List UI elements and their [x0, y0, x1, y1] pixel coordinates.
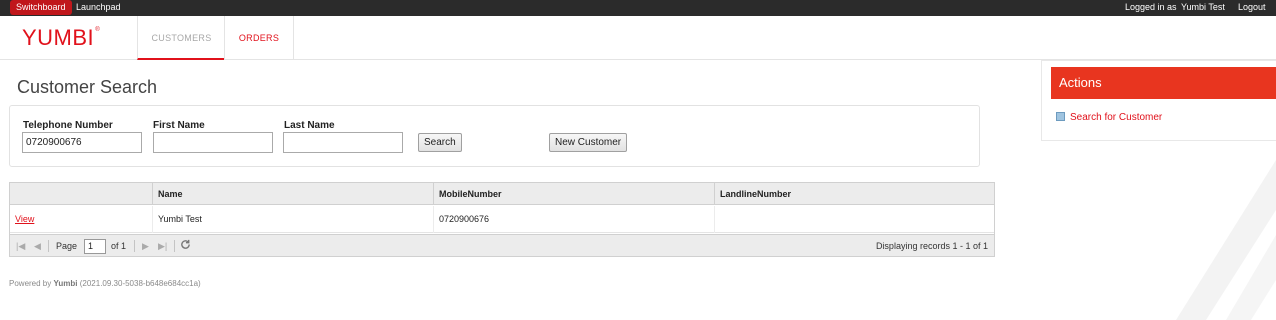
pager-divider [48, 240, 49, 252]
tab-orders[interactable]: ORDERS [224, 16, 294, 60]
last-page-icon[interactable]: ▶| [158, 235, 167, 257]
cell-mobile: 0720900676 [433, 206, 714, 233]
top-bar: Switchboard Launchpad Logged in as Yumbi… [0, 0, 1276, 16]
logo-registered-mark: ® [95, 27, 101, 33]
page-count-label: of 1 [111, 241, 127, 251]
customer-search-panel: Telephone Number First Name Last Name Se… [9, 105, 980, 167]
app-header: YUMBI® CUSTOMERS ORDERS [0, 16, 1276, 60]
user-name-link[interactable]: Yumbi Test [1181, 0, 1225, 15]
actions-title: Actions [1051, 67, 1276, 99]
next-page-icon[interactable]: ▶ [142, 235, 149, 257]
pager-divider [134, 240, 135, 252]
page-label: Page [56, 241, 78, 251]
footer-version: (2021.09.30-5038-b648e684cc1a) [79, 279, 201, 288]
column-header-mobile[interactable]: MobileNumber [433, 183, 714, 205]
grid-header-row: Name MobileNumber LandlineNumber [10, 183, 994, 205]
actions-panel: Actions Search for Customer [1041, 60, 1276, 141]
search-for-customer-action[interactable]: Search for Customer [1056, 112, 1162, 124]
cell-landline [714, 206, 994, 233]
first-name-input[interactable] [153, 132, 273, 153]
footer: Powered by Yumbi (2021.09.30-5038-b648e6… [9, 279, 201, 288]
column-header-name[interactable]: Name [152, 183, 433, 205]
pager-divider [174, 240, 175, 252]
column-header-action [10, 183, 152, 205]
search-for-customer-label: Search for Customer [1070, 112, 1163, 123]
telephone-label: Telephone Number [23, 120, 113, 131]
records-status: Displaying records 1 - 1 of 1 [875, 241, 988, 251]
page-title: Customer Search [17, 77, 158, 97]
search-button[interactable]: Search [418, 133, 462, 152]
switchboard-link[interactable]: Switchboard [10, 0, 72, 15]
last-name-label: Last Name [284, 120, 335, 131]
grid-pager: |◀ ◀ Page 1 of 1 ▶ ▶| Displaying records… [10, 234, 994, 256]
logo-text: YUMBI [22, 25, 95, 50]
footer-brand: Yumbi [53, 279, 78, 288]
yumbi-logo[interactable]: YUMBI® [22, 25, 100, 51]
last-name-input[interactable] [283, 132, 403, 153]
customer-results-grid: Name MobileNumber LandlineNumber View Yu… [9, 182, 995, 257]
column-header-landline[interactable]: LandlineNumber [714, 183, 994, 205]
cell-name: Yumbi Test [152, 206, 433, 233]
background-decoration [1166, 140, 1276, 320]
tab-customers[interactable]: CUSTOMERS [137, 16, 225, 60]
prev-page-icon[interactable]: ◀ [34, 235, 41, 257]
first-name-label: First Name [153, 120, 205, 131]
view-link[interactable]: View [10, 206, 152, 233]
page-number-input[interactable]: 1 [84, 239, 106, 254]
table-row[interactable]: View Yumbi Test 0720900676 [10, 206, 994, 233]
first-page-icon[interactable]: |◀ [16, 235, 25, 257]
logout-link[interactable]: Logout [1238, 0, 1266, 15]
logged-in-label: Logged in as [1125, 2, 1177, 12]
refresh-icon[interactable] [180, 235, 191, 257]
launchpad-link[interactable]: Launchpad [76, 0, 121, 15]
new-customer-button[interactable]: New Customer [549, 133, 628, 152]
footer-prefix: Powered by [9, 279, 52, 288]
telephone-input[interactable] [22, 132, 142, 153]
search-customer-icon [1056, 112, 1065, 121]
